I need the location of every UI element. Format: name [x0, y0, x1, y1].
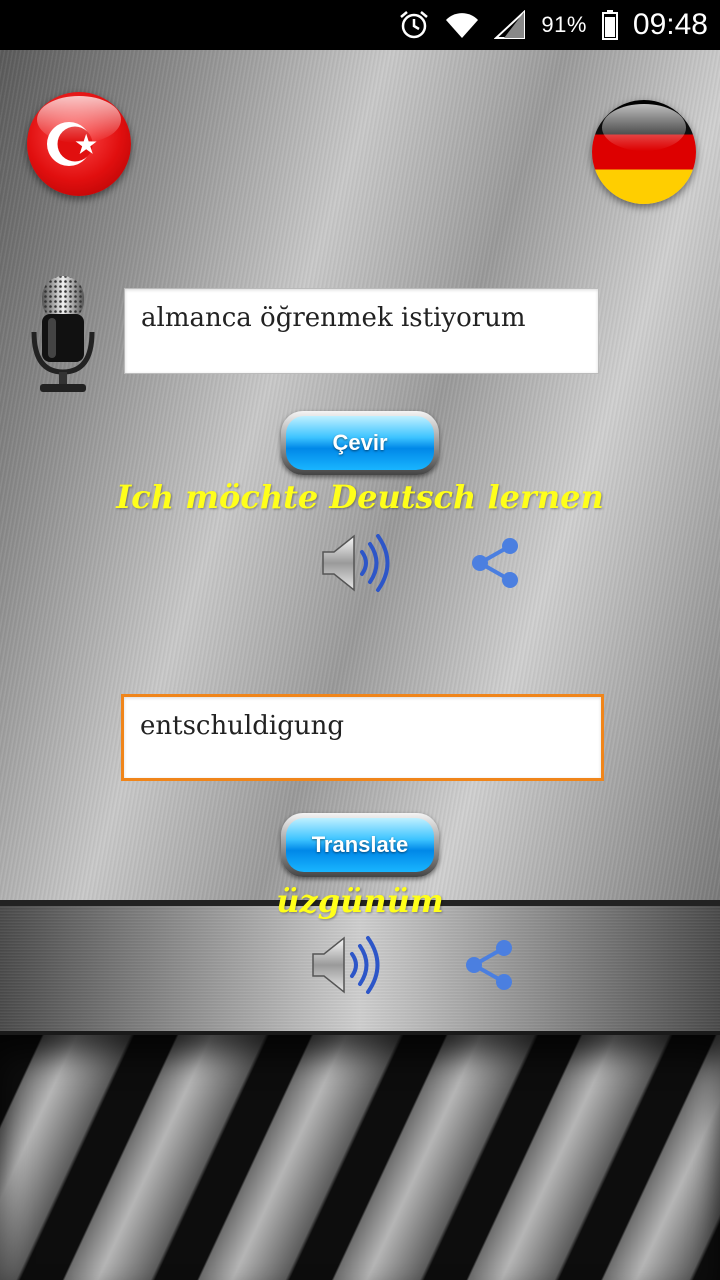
reverse-text-input[interactable]: entschuldigung [121, 694, 604, 781]
speaker-icon[interactable] [320, 530, 400, 596]
turkey-flag-icon[interactable] [27, 92, 131, 196]
signal-icon [493, 8, 527, 42]
battery-percent: 91% [541, 12, 587, 37]
germany-flag-icon[interactable] [592, 100, 696, 204]
reverse-translation-result: üzgünüm [276, 882, 444, 920]
wifi-icon [445, 8, 479, 42]
microphone-icon[interactable] [28, 274, 98, 396]
source-text-input[interactable]: almanca öğrenmek istiyorum [124, 288, 599, 374]
translate-button-label: Çevir [286, 416, 434, 470]
translate-button-label: Translate [286, 818, 434, 872]
translate-button-cevir[interactable]: Çevir [281, 411, 439, 475]
translation-result: Ich möchte Deutsch lernen [116, 478, 604, 516]
speaker-icon[interactable] [310, 932, 390, 998]
striped-metal-footer [0, 1035, 720, 1280]
clock: 09:48 [632, 8, 708, 41]
alarm-icon [397, 8, 431, 42]
share-icon[interactable] [462, 938, 516, 992]
share-icon[interactable] [468, 536, 522, 590]
status-bar: 91% 09:48 [0, 0, 720, 50]
translate-button[interactable]: Translate [281, 813, 439, 877]
battery-icon [601, 8, 619, 42]
